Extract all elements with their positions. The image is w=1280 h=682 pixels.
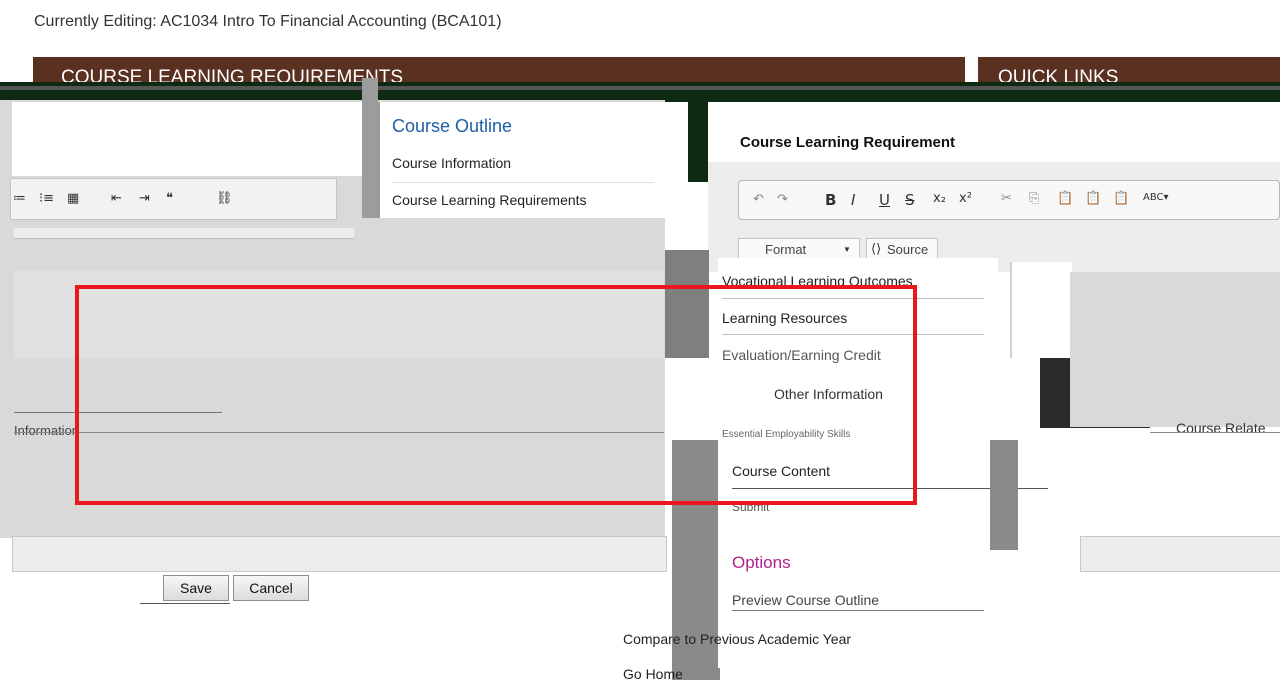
right-dark-column [688, 102, 708, 182]
undo-icon[interactable]: ↶ [753, 192, 764, 207]
blockquote-icon[interactable]: ❝ [166, 191, 173, 206]
course-information-link[interactable]: Course Information [392, 155, 511, 171]
course-related-rule [1150, 432, 1280, 433]
bottom-bar [12, 536, 667, 572]
source-icon: ⟨⟩ [871, 242, 882, 257]
underline-icon[interactable]: U [879, 191, 890, 209]
cancel-button[interactable]: Cancel [233, 575, 309, 601]
bulleted-list-icon[interactable]: ⁝≡ [39, 191, 54, 206]
bottom-bar-right [1080, 536, 1280, 572]
course-learning-requirement-title: Course Learning Requirement [740, 134, 956, 151]
bold-icon[interactable]: B [825, 191, 836, 209]
course-outline-heading[interactable]: Course Outline [392, 116, 512, 137]
menu-divider [392, 182, 654, 183]
paste-word-icon[interactable]: 📋 [1113, 191, 1129, 206]
link-icon[interactable]: ⛓ [216, 191, 233, 206]
right-toolbar-row1: ↶ ↷ B I U S x₂ x² ✂ ⎘ 📋 📋 📋 ABC▾ [738, 180, 1280, 220]
side-gray-notch [990, 440, 1018, 550]
buttons-underline [140, 603, 230, 604]
outline-vertical-bar [362, 78, 378, 218]
banner-glitch-band [0, 86, 1280, 90]
banner-dark-strip [0, 82, 1280, 102]
table-icon[interactable]: ▦ [67, 191, 79, 206]
left-editor-toolbar: ≔ ⁝≡ ▦ ⇤ ⇥ ❝ ⛓ [10, 178, 337, 220]
numbered-list-icon[interactable]: ≔ [13, 191, 26, 206]
course-learning-requirements-link[interactable]: Course Learning Requirements [392, 192, 587, 208]
course-outline-menu: Course Outline Course Information Course… [378, 102, 666, 218]
subscript-icon[interactable]: x₂ [933, 191, 946, 206]
strikethrough-icon[interactable]: S [905, 191, 915, 209]
currently-editing-label: Currently Editing: AC1034 Intro To Finan… [34, 13, 502, 30]
superscript-icon[interactable]: x² [959, 191, 972, 206]
paste-text-icon[interactable]: 📋 [1085, 191, 1101, 206]
right-gray-panel [1070, 272, 1280, 427]
paste-icon[interactable]: 📋 [1057, 191, 1073, 206]
compare-previous-year-link[interactable]: Compare to Previous Academic Year [623, 631, 851, 647]
redo-icon[interactable]: ↷ [777, 192, 788, 207]
format-label: Format [765, 242, 807, 257]
information-label: Information [14, 423, 80, 438]
indent-icon[interactable]: ⇥ [139, 191, 150, 206]
source-label: Source [887, 242, 929, 257]
chevron-down-icon: ▼ [843, 245, 851, 254]
outdent-icon[interactable]: ⇤ [111, 191, 122, 206]
options-heading: Options [732, 553, 791, 572]
left-white-block [12, 102, 362, 176]
course-related-label: Course Relate [1176, 420, 1266, 436]
italic-icon[interactable]: I [851, 191, 855, 209]
left-toolbar-row2 [14, 228, 354, 239]
go-home-link[interactable]: Go Home [623, 666, 683, 682]
highlight-box [75, 285, 917, 505]
save-button[interactable]: Save [163, 575, 229, 601]
side-scrollbar-dark [1010, 262, 1072, 358]
cut-icon[interactable]: ✂ [1001, 191, 1012, 206]
side-divider-4 [732, 610, 984, 611]
spellcheck-icon[interactable]: ABC▾ [1143, 192, 1169, 203]
preview-course-outline-link[interactable]: Preview Course Outline [732, 592, 879, 608]
copy-icon[interactable]: ⎘ [1029, 191, 1039, 206]
